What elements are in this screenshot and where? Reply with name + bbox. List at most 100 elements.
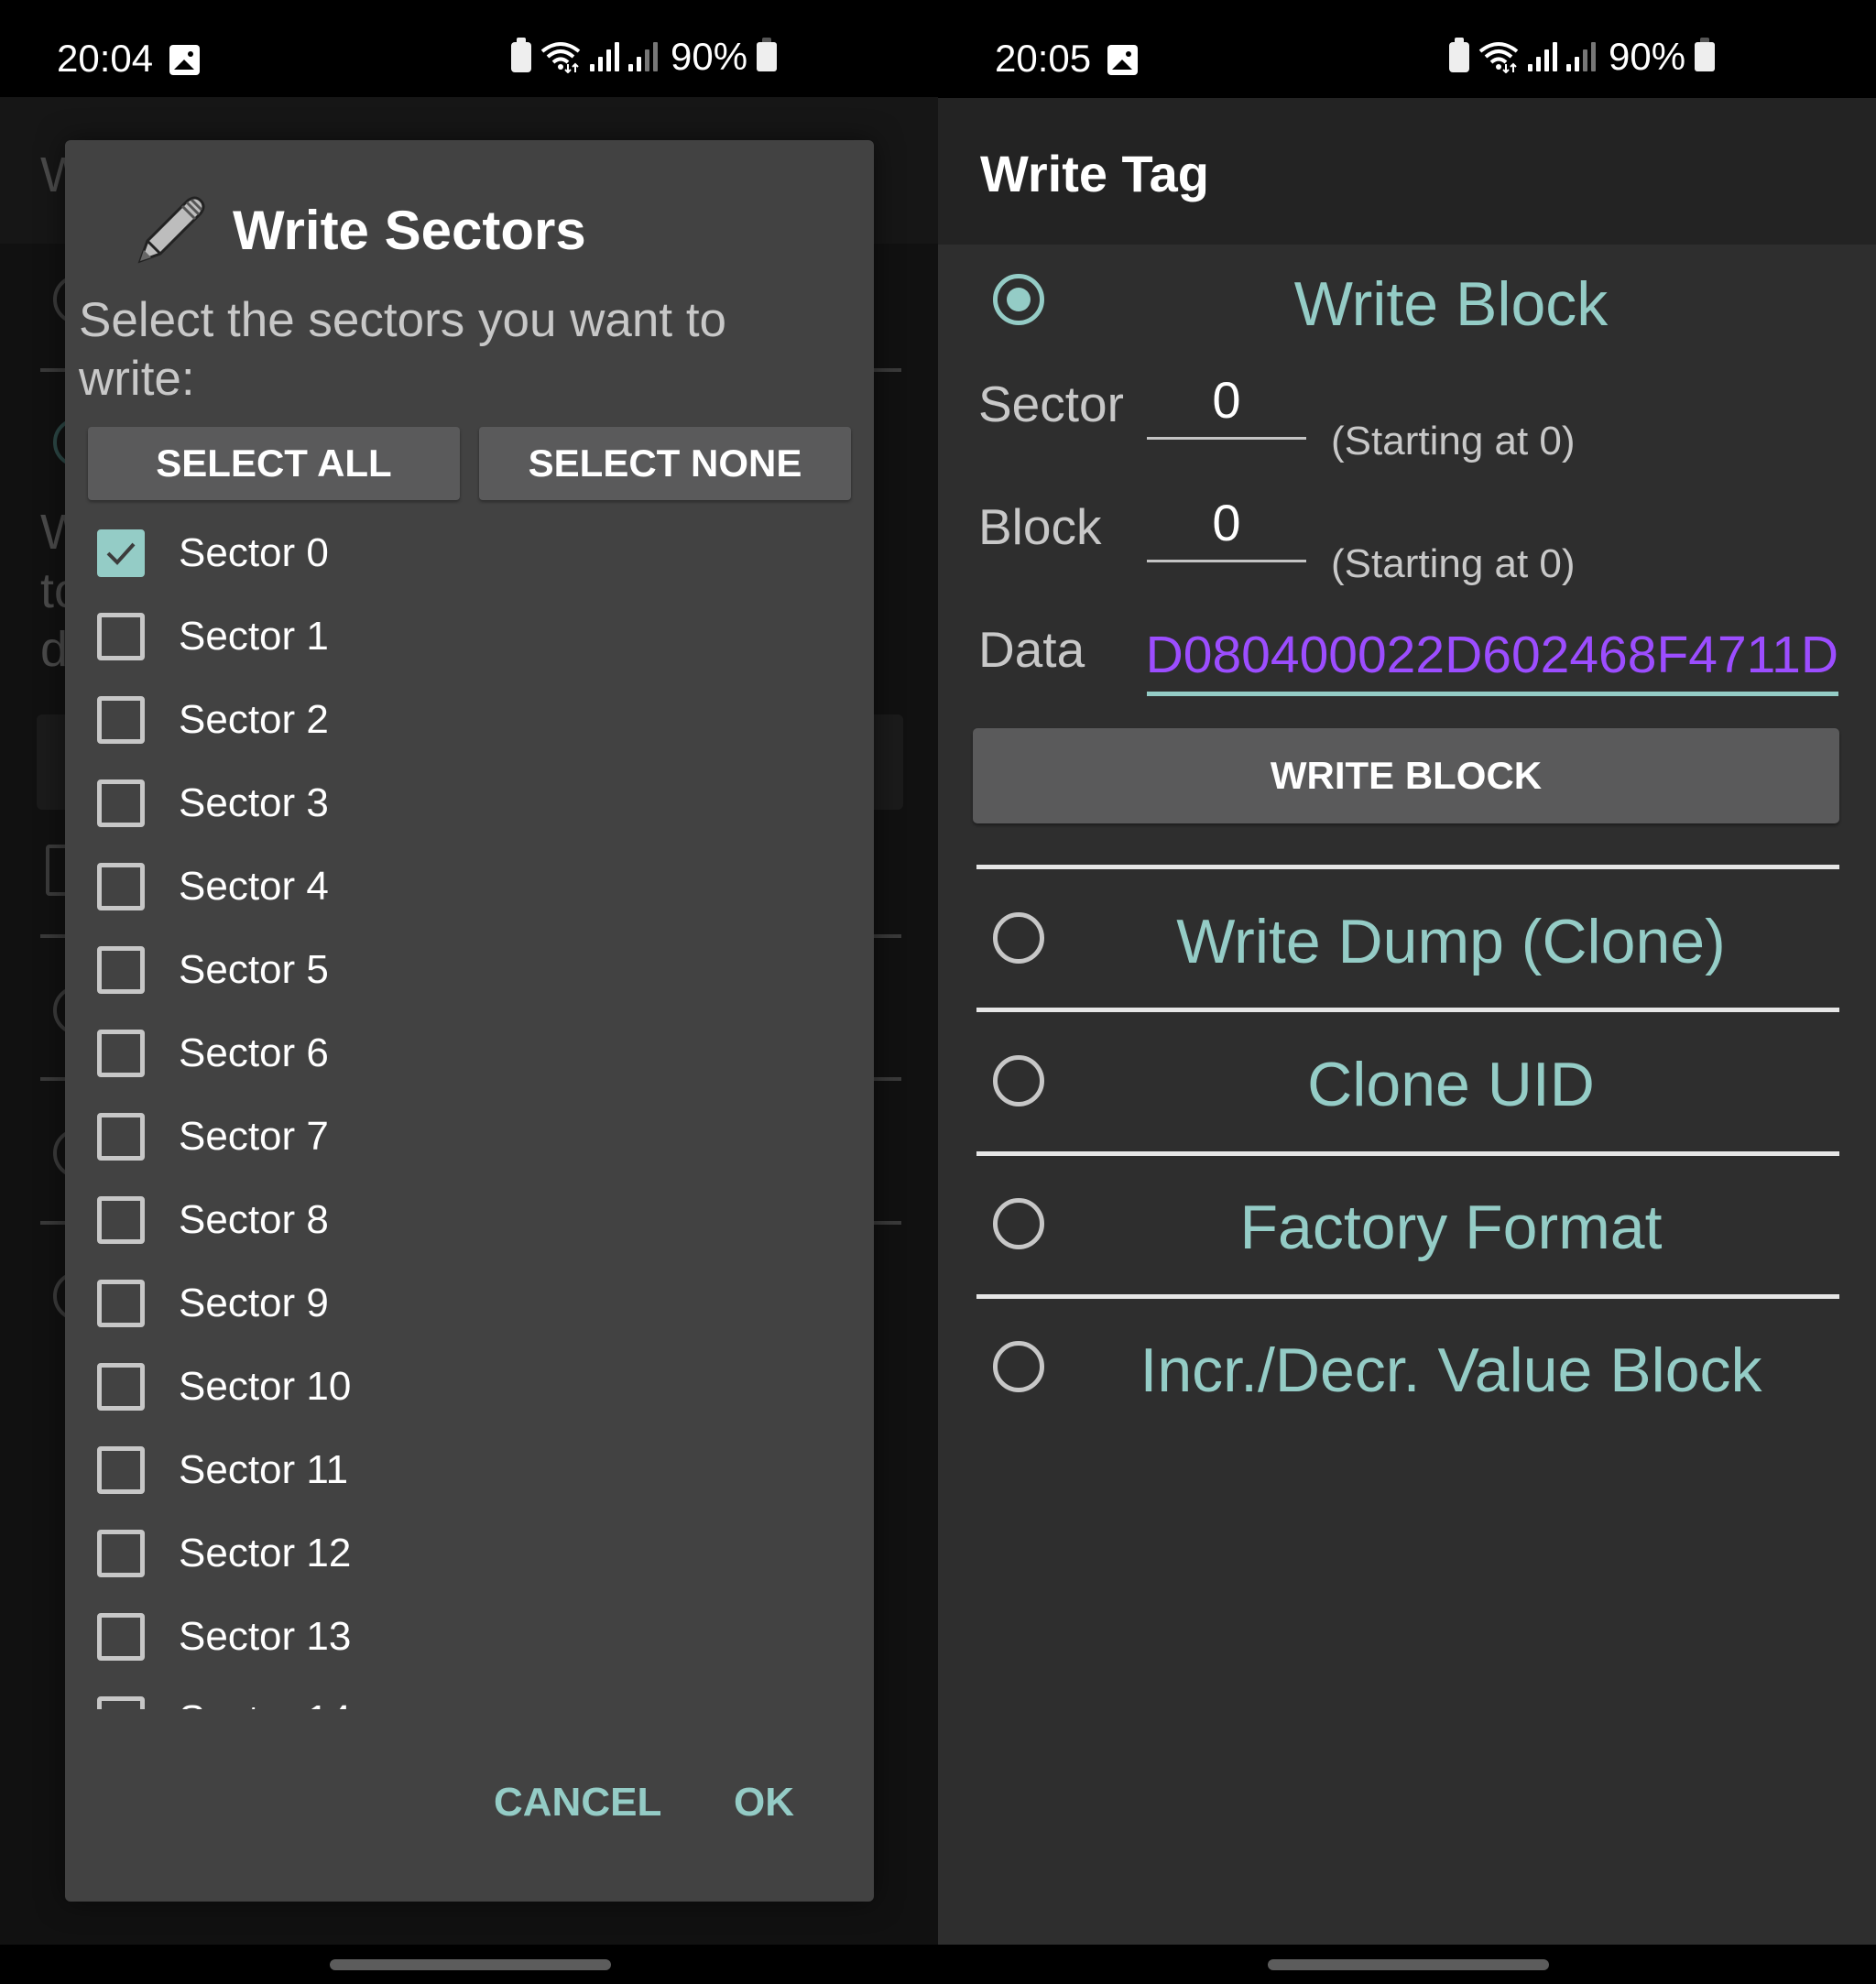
sector-item[interactable]: Sector 8 (97, 1178, 848, 1261)
status-time: 20:05 (995, 37, 1092, 80)
checkbox-checked[interactable] (97, 529, 145, 577)
wifi-icon (1478, 40, 1519, 74)
sector-label: Sector 4 (179, 863, 329, 909)
checkbox-unchecked[interactable] (97, 1279, 145, 1327)
checkbox-unchecked[interactable] (97, 1195, 145, 1244)
signal-icon (1528, 42, 1557, 71)
checkbox-unchecked[interactable] (97, 1445, 145, 1494)
sector-label: Sector 3 (179, 779, 329, 825)
gallery-icon (1107, 45, 1138, 75)
home-handle[interactable] (330, 1959, 611, 1970)
sector-label: Sector 7 (179, 1113, 329, 1159)
sector-item[interactable]: Sector 7 (97, 1095, 848, 1178)
sector-label: Sector 12 (179, 1530, 352, 1575)
power-saving-icon (1449, 37, 1469, 72)
checkbox-unchecked[interactable] (97, 1112, 145, 1161)
data-label: Data (978, 621, 1085, 678)
data-input[interactable]: 4D080400022D602468F4711D (1147, 618, 1838, 696)
sector-item[interactable]: Sector 14 (97, 1678, 848, 1709)
sector-item[interactable]: Sector 12 (97, 1511, 848, 1595)
checkbox-unchecked[interactable] (97, 945, 145, 994)
factory-format-label[interactable]: Factory Format (1057, 1192, 1845, 1263)
checkbox-unchecked[interactable] (97, 1362, 145, 1411)
block-input[interactable]: 0 (1147, 486, 1306, 562)
block-label: Block (978, 498, 1102, 555)
battery-percent: 90% (1609, 35, 1686, 78)
sector-item[interactable]: Sector 11 (97, 1428, 848, 1511)
sector-label: Sector 8 (179, 1196, 329, 1242)
write-block-radio[interactable] (993, 274, 1044, 325)
write-sectors-dialog: Write Sectors Select the sectors you wan… (65, 140, 874, 1902)
sector-item[interactable]: Sector 3 (97, 761, 848, 845)
clone-uid-label[interactable]: Clone UID (1057, 1049, 1845, 1120)
checkbox-unchecked[interactable] (97, 1029, 145, 1077)
sector-item[interactable]: Sector 5 (97, 928, 848, 1011)
navigation-bar (0, 1945, 938, 1984)
checkbox-unchecked[interactable] (97, 862, 145, 910)
sector-label: Sector 0 (179, 529, 329, 575)
sector-item[interactable]: Sector 6 (97, 1011, 848, 1095)
sector-label: Sector 10 (179, 1363, 352, 1409)
sector-item[interactable]: Sector 1 (97, 594, 848, 678)
checkbox-unchecked[interactable] (97, 612, 145, 660)
sector-label: Sector 9 (179, 1280, 329, 1325)
divider (976, 1294, 1839, 1299)
sector-item[interactable]: Sector 13 (97, 1595, 848, 1678)
divider (976, 865, 1839, 869)
block-hint: (Starting at 0) (1331, 541, 1576, 586)
write-tag-content: Write Block Sector 0 (Starting at 0) Blo… (938, 245, 1876, 1945)
sector-label: Sector 5 (179, 946, 329, 992)
write-dump-label[interactable]: Write Dump (Clone) (1057, 906, 1845, 977)
signal-icon (590, 42, 619, 71)
ok-button[interactable]: OK (734, 1780, 794, 1826)
left-screen: 20:04 90% W W to d Write Sectors Select … (0, 0, 938, 1984)
page-title: Write Tag (980, 145, 1209, 202)
sector-item[interactable]: Sector 2 (97, 678, 848, 761)
incr-decr-label[interactable]: Incr./Decr. Value Block (1057, 1335, 1845, 1406)
write-dump-radio[interactable] (993, 912, 1044, 964)
right-screen: 20:05 90% Write Tag Write Block Sector 0… (938, 0, 1876, 1984)
dialog-message: Select the sectors you want to write: (79, 293, 727, 406)
data-value: 4D080400022D602468F4711D (1147, 626, 1838, 684)
write-block-button[interactable]: WRITE BLOCK (973, 728, 1839, 823)
sector-item[interactable]: Sector 4 (97, 845, 848, 928)
divider (976, 1151, 1839, 1156)
status-time: 20:04 (57, 37, 154, 80)
checkbox-unchecked[interactable] (97, 1529, 145, 1577)
sector-item[interactable]: Sector 0 (97, 511, 848, 594)
status-bar: 20:05 90% (938, 0, 1876, 97)
background-text-fragment: d (40, 622, 69, 677)
pencil-icon (135, 193, 208, 267)
battery-percent: 90% (671, 35, 748, 78)
cancel-button[interactable]: CANCEL (494, 1780, 661, 1826)
checkbox-unchecked[interactable] (97, 779, 145, 827)
select-all-button[interactable]: SELECT ALL (88, 427, 460, 500)
sector-label: Sector 2 (179, 696, 329, 742)
clone-uid-radio[interactable] (993, 1055, 1044, 1106)
select-none-button[interactable]: SELECT NONE (479, 427, 851, 500)
incr-decr-radio[interactable] (993, 1341, 1044, 1392)
checkbox-unchecked[interactable] (97, 695, 145, 744)
factory-format-radio[interactable] (993, 1198, 1044, 1249)
write-block-label[interactable]: Write Block (1057, 268, 1845, 340)
dialog-title: Write Sectors (233, 200, 586, 261)
battery-icon (757, 38, 778, 71)
sector-item[interactable]: Sector 9 (97, 1261, 848, 1345)
divider (976, 1008, 1839, 1012)
wifi-icon (540, 40, 581, 74)
sector-label: Sector 14 (179, 1697, 351, 1710)
sector-item[interactable]: Sector 10 (97, 1345, 848, 1428)
sector-list[interactable]: Sector 0 Sector 1 Sector 2 Sector 3 Sector 4… (65, 511, 874, 1885)
signal-icon (628, 42, 658, 71)
power-saving-icon (511, 37, 531, 72)
sector-input[interactable]: 0 (1147, 364, 1306, 440)
home-handle[interactable] (1268, 1959, 1549, 1970)
status-bar: 20:04 90% (0, 0, 938, 97)
sector-label: Sector 1 (179, 613, 329, 659)
sector-label: Sector 13 (179, 1613, 352, 1659)
sector-hint: (Starting at 0) (1331, 419, 1576, 463)
checkbox-unchecked[interactable] (97, 1612, 145, 1661)
app-toolbar: Write Tag (938, 98, 1876, 245)
checkbox-unchecked[interactable] (97, 1695, 145, 1709)
sector-label: Sector 6 (179, 1030, 329, 1075)
